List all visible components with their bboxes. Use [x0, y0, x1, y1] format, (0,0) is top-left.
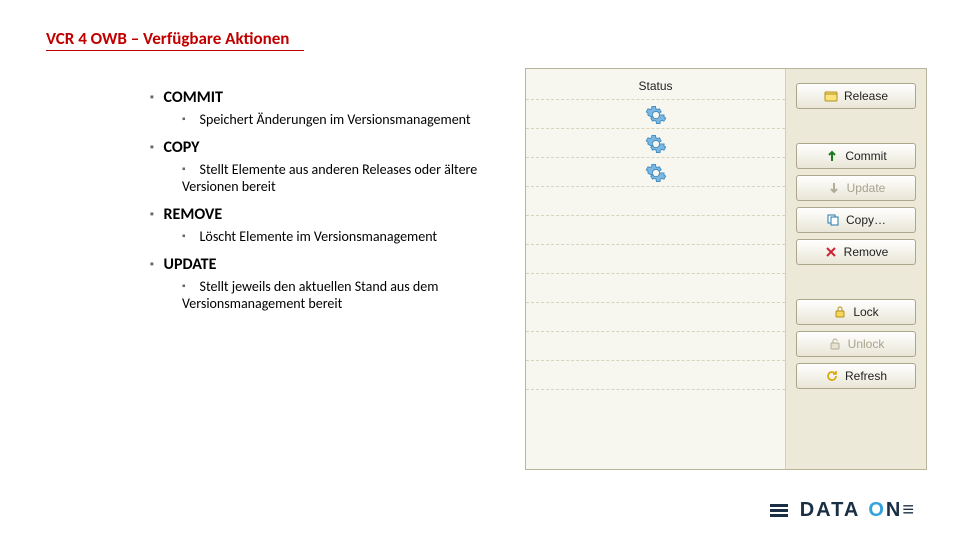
content-area: COMMIT Speichert Änderungen im Versionsm…: [150, 80, 500, 322]
title-dash: –: [127, 28, 143, 49]
commit-icon: [825, 149, 839, 163]
update-button[interactable]: Update: [796, 175, 916, 201]
title-prefix: VCR 4 OWB: [46, 28, 127, 49]
lock-icon: [833, 305, 847, 319]
update-icon: [827, 181, 841, 195]
logo-mark: [770, 504, 788, 517]
refresh-icon: [825, 369, 839, 383]
unlock-button[interactable]: Unlock: [796, 331, 916, 357]
commit-label: Commit: [845, 149, 886, 163]
status-header: Status: [526, 69, 785, 99]
slide: VCR 4 OWB – Verfügbare Aktionen COMMIT S…: [0, 0, 960, 540]
status-row: [526, 273, 785, 302]
unlock-icon: [828, 337, 842, 351]
action-remove-header: REMOVE: [150, 205, 500, 224]
action-update-header: UPDATE: [150, 255, 500, 274]
status-row: [526, 302, 785, 331]
status-row: [526, 360, 785, 389]
status-row: [526, 128, 785, 157]
gear-icon: [644, 161, 668, 185]
status-row: [526, 99, 785, 128]
gear-icon: [644, 103, 668, 127]
refresh-label: Refresh: [845, 369, 887, 383]
action-update-desc: Stellt jeweils den aktuellen Stand aus d…: [182, 278, 500, 312]
status-row: [526, 244, 785, 273]
logo: DATA ON≡: [770, 499, 916, 522]
status-row: [526, 215, 785, 244]
button-gap: [796, 115, 916, 137]
commit-button[interactable]: Commit: [796, 143, 916, 169]
logo-text-2: ON≡: [868, 499, 916, 522]
slide-title: VCR 4 OWB – Verfügbare Aktionen: [46, 28, 289, 49]
copy-button[interactable]: Copy…: [796, 207, 916, 233]
remove-button[interactable]: Remove: [796, 239, 916, 265]
gear-icon: [644, 132, 668, 156]
release-button[interactable]: Release: [796, 83, 916, 109]
status-row: [526, 389, 785, 418]
lock-button[interactable]: Lock: [796, 299, 916, 325]
status-row: [526, 186, 785, 215]
update-label: Update: [847, 181, 886, 195]
status-column: Status: [526, 69, 786, 469]
copy-icon: [826, 213, 840, 227]
lock-label: Lock: [853, 305, 878, 319]
release-label: Release: [844, 89, 888, 103]
copy-label: Copy…: [846, 213, 886, 227]
status-row: [526, 331, 785, 360]
refresh-button[interactable]: Refresh: [796, 363, 916, 389]
remove-icon: [824, 245, 838, 259]
action-remove-desc: Löscht Elemente im Versionsmanagement: [182, 228, 500, 245]
title-subject: Verfügbare Aktionen: [143, 28, 289, 49]
button-column: Release Commit Update Copy…: [786, 69, 926, 469]
title-underline: [46, 50, 304, 51]
action-commit-header: COMMIT: [150, 88, 500, 107]
tool-panel: Status: [525, 68, 927, 470]
action-copy-desc: Stellt Elemente aus anderen Releases ode…: [182, 161, 500, 195]
action-commit-desc: Speichert Änderungen im Versionsmanageme…: [182, 111, 500, 128]
release-icon: [824, 89, 838, 103]
remove-label: Remove: [844, 245, 889, 259]
action-copy-header: COPY: [150, 138, 500, 157]
unlock-label: Unlock: [848, 337, 885, 351]
status-row: [526, 157, 785, 186]
logo-text-1: DATA: [800, 499, 861, 522]
button-gap: [796, 271, 916, 293]
